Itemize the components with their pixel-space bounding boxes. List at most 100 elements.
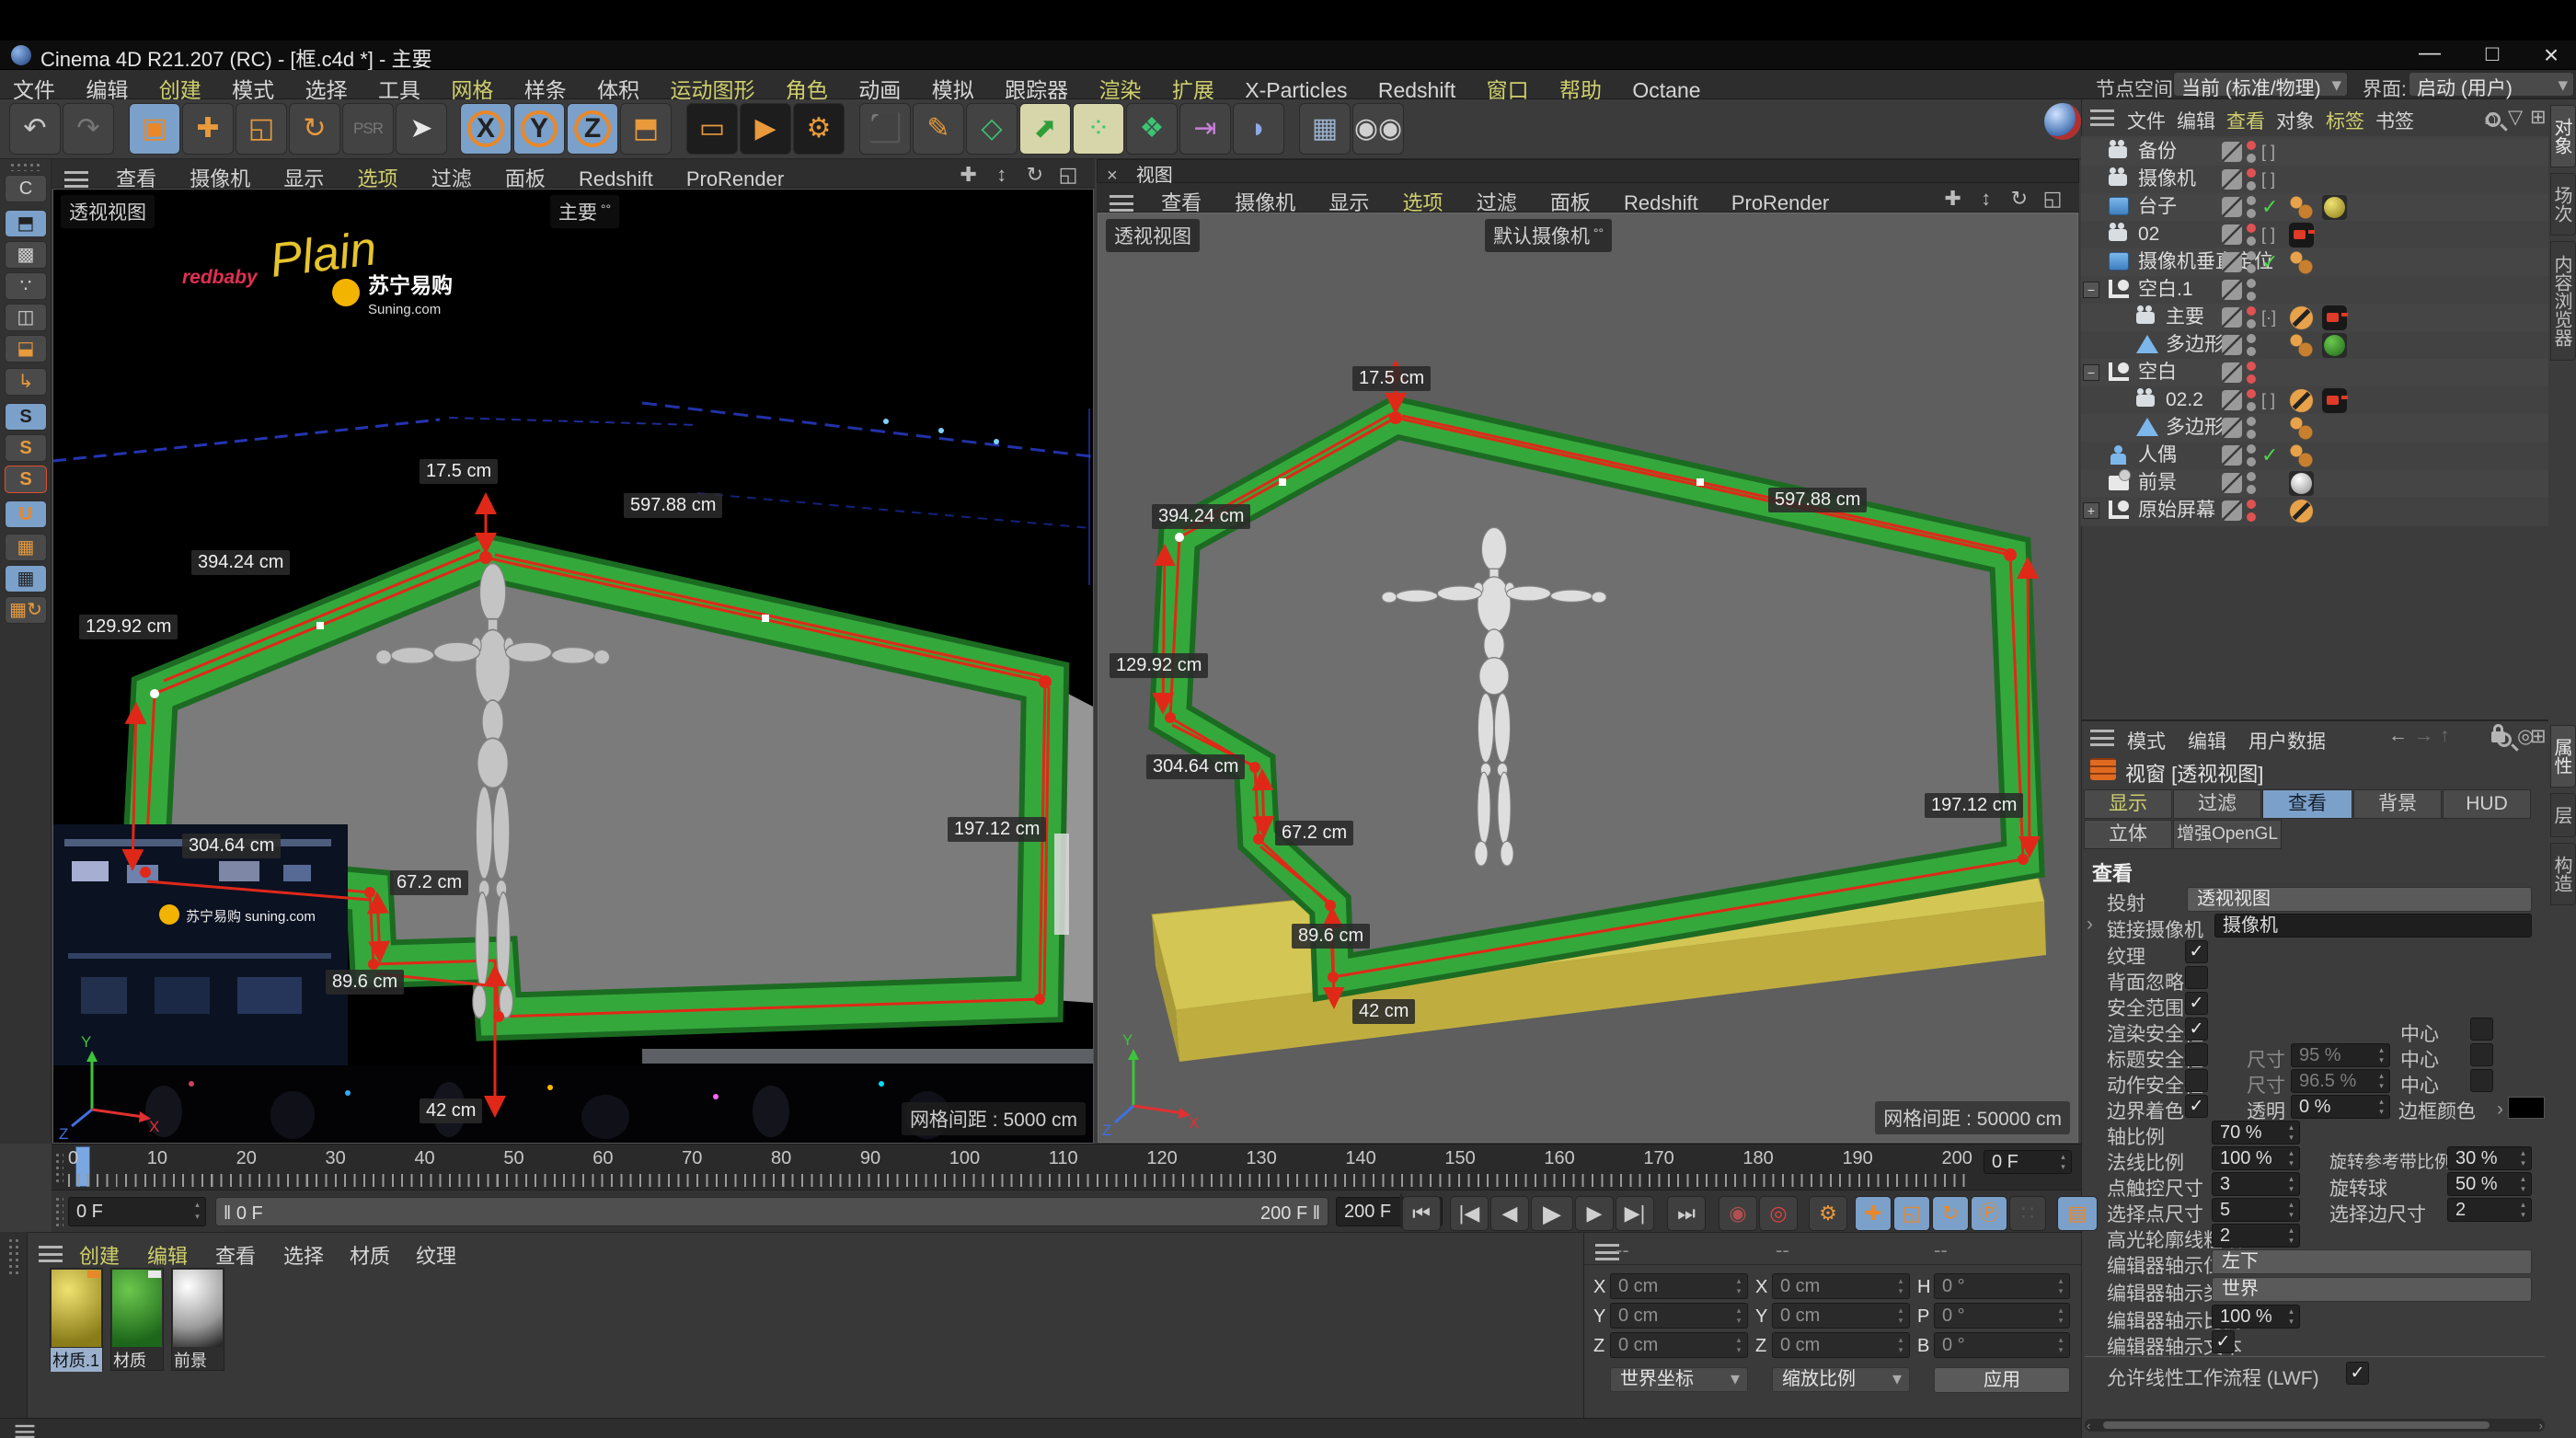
scale-x-field[interactable]: 0 cm▴▾: [1772, 1273, 1910, 1299]
visibility-dots[interactable]: [2247, 417, 2258, 443]
sel-point-spinner[interactable]: 5▴▾: [2212, 1198, 2300, 1222]
move-tool[interactable]: ✚: [182, 103, 234, 155]
billboard-frame[interactable]: [1170, 418, 2023, 977]
psr-transfer-tool[interactable]: PSR: [342, 103, 394, 155]
attr-menu-edit[interactable]: 编辑: [2188, 727, 2226, 754]
render-settings-button[interactable]: ⚙: [793, 103, 845, 155]
edge-mode-button[interactable]: ◫: [5, 304, 47, 331]
apply-button[interactable]: 应用: [1934, 1367, 2070, 1393]
visibility-dots[interactable]: [2247, 251, 2258, 277]
protection-tag-icon[interactable]: [2289, 388, 2314, 413]
point-mode-button[interactable]: ∵: [5, 272, 47, 300]
phong-tag-icon[interactable]: [2289, 443, 2314, 468]
key-scale-toggle[interactable]: ◱: [1893, 1196, 1930, 1231]
range-slider[interactable]: ‖ 0 F 200 F ‖: [215, 1197, 1328, 1226]
object-row[interactable]: 多边形: [2081, 414, 2548, 442]
current-frame-spinner[interactable]: 0 F▴▾: [1984, 1150, 2072, 1174]
coord-system-dropdown[interactable]: 世界坐标▾: [1610, 1367, 1748, 1392]
polygon-mode-button[interactable]: ⬓: [5, 335, 47, 362]
c4d-sphere-logo[interactable]: [2044, 103, 2081, 140]
filter-icon[interactable]: ▽: [2508, 106, 2523, 129]
view-window-titlebar[interactable]: × 视图: [1097, 159, 2079, 183]
minimize-button[interactable]: —: [2410, 40, 2449, 66]
panel-grip[interactable]: [7, 1237, 18, 1274]
action-safe-checkbox[interactable]: [2185, 1069, 2208, 1092]
safe-range-checkbox[interactable]: ✓: [2185, 992, 2208, 1015]
menu-icon[interactable]: [2090, 109, 2114, 126]
undo-button[interactable]: ↶: [9, 103, 61, 155]
texture-mode-button[interactable]: ▩: [5, 241, 47, 269]
timeline-grip[interactable]: [54, 1152, 63, 1183]
rotate-sphere-spinner[interactable]: 50 %▴▾: [2447, 1172, 2532, 1196]
prev-frame-button[interactable]: ◀: [1490, 1196, 1529, 1231]
center-checkbox[interactable]: [2470, 1069, 2493, 1092]
visibility-dots[interactable]: [2247, 306, 2258, 332]
tab-back[interactable]: 背景: [2353, 789, 2442, 819]
visibility-dots[interactable]: [2247, 141, 2258, 167]
action-safe-size[interactable]: 96.5 %▴▾: [2291, 1069, 2390, 1093]
left-viewport-canvas[interactable]: redbaby Plain 苏宁易购 Suning.com: [52, 189, 1094, 1144]
phong-tag-icon[interactable]: [2289, 416, 2314, 441]
node-space-select[interactable]: 当前 (标准/物理)▾: [2173, 72, 2348, 97]
object-row[interactable]: 摄像机垂直定位✓: [2081, 248, 2548, 276]
side-tab-layers[interactable]: 层: [2550, 793, 2576, 837]
tab-display[interactable]: 显示: [2084, 789, 2172, 819]
pos-x-field[interactable]: 0 cm▴▾: [1610, 1273, 1748, 1299]
pan-view-icon[interactable]: ✚: [1939, 187, 1967, 211]
extrude-generator-button[interactable]: ⬈: [1019, 103, 1071, 155]
protection-tag-icon[interactable]: [2289, 305, 2314, 330]
object-row[interactable]: +原始屏幕: [2081, 497, 2548, 524]
material-tag-white[interactable]: [2289, 471, 2314, 496]
side-tab-attributes[interactable]: 属性: [2550, 725, 2576, 788]
om-menu-view[interactable]: 查看: [2226, 107, 2265, 134]
rot-h-field[interactable]: 0 °▴▾: [1934, 1273, 2070, 1299]
lock-workplane-button[interactable]: ▦: [5, 565, 47, 592]
attr-h-scrollbar[interactable]: ‹›: [2085, 1419, 2545, 1432]
scale-y-field[interactable]: 0 cm▴▾: [1772, 1303, 1910, 1329]
dolly-view-icon[interactable]: ↕: [988, 163, 1016, 187]
object-row[interactable]: 前景: [2081, 469, 2548, 497]
mat-menu-create[interactable]: 创建: [79, 1240, 120, 1270]
expand-arrow-icon[interactable]: ›: [2087, 914, 2093, 936]
render-safe-checkbox[interactable]: ✓: [2185, 1018, 2208, 1041]
tab-view[interactable]: 查看: [2262, 789, 2352, 819]
add-icon[interactable]: ⊞: [2530, 106, 2547, 129]
border-shade-checkbox[interactable]: ✓: [2185, 1095, 2208, 1118]
menu-icon[interactable]: [39, 1246, 63, 1262]
object-row[interactable]: 摄像机[ ]: [2081, 166, 2548, 193]
scroll-left-icon[interactable]: ‹: [2087, 1419, 2090, 1432]
last-tool-button[interactable]: ➤: [396, 103, 447, 155]
rotation-band-spinner[interactable]: 30 %▴▾: [2447, 1146, 2532, 1170]
workplane-button[interactable]: ▦: [5, 534, 47, 561]
section-header[interactable]: 查看: [2092, 857, 2133, 887]
subdivision-surface-button[interactable]: ◇: [966, 103, 1018, 155]
visibility-dots[interactable]: [2247, 224, 2258, 249]
goto-end-button[interactable]: ⏭: [1667, 1196, 1706, 1231]
menu-icon[interactable]: [2090, 730, 2114, 746]
active-camera-label[interactable]: 默认摄像机 °°: [1485, 219, 1612, 252]
backface-checkbox[interactable]: [2185, 966, 2208, 989]
mat-menu-view[interactable]: 查看: [215, 1240, 256, 1270]
pos-z-field[interactable]: 0 cm▴▾: [1610, 1332, 1748, 1358]
side-tab-content-browser[interactable]: 内容浏览器: [2550, 241, 2576, 361]
material-item[interactable]: 前景: [171, 1268, 224, 1371]
scroll-right-icon[interactable]: ›: [2539, 1419, 2543, 1432]
enable-toggle[interactable]: [2222, 445, 2242, 466]
range-start-spinner[interactable]: 0 F▴▾: [68, 1197, 206, 1226]
gizmo-pos-dropdown[interactable]: 左下: [2212, 1249, 2532, 1274]
forward-arrow-icon[interactable]: →: [2414, 725, 2433, 747]
visibility-dots[interactable]: [2247, 196, 2258, 222]
highlight-spinner[interactable]: 2▴▾: [2212, 1224, 2300, 1248]
om-menu-tags[interactable]: 标签: [2326, 107, 2364, 134]
live-selection-tool[interactable]: ▣: [129, 103, 180, 155]
timeline-window-button[interactable]: ▤: [2057, 1196, 2098, 1231]
range-start-handle[interactable]: ‖ 0 F: [224, 1198, 263, 1229]
enable-toggle[interactable]: [2222, 142, 2242, 162]
protection-tag-icon[interactable]: [2289, 499, 2314, 523]
keyframe-settings-button[interactable]: ⚙: [1809, 1196, 1847, 1231]
palette-grip[interactable]: [9, 162, 42, 171]
rotate-view-icon[interactable]: ↻: [2006, 187, 2033, 211]
axis-mode-button[interactable]: ↳: [5, 368, 47, 396]
home-icon[interactable]: ⌂: [2484, 105, 2497, 130]
material-item[interactable]: 材质.1: [50, 1268, 103, 1371]
